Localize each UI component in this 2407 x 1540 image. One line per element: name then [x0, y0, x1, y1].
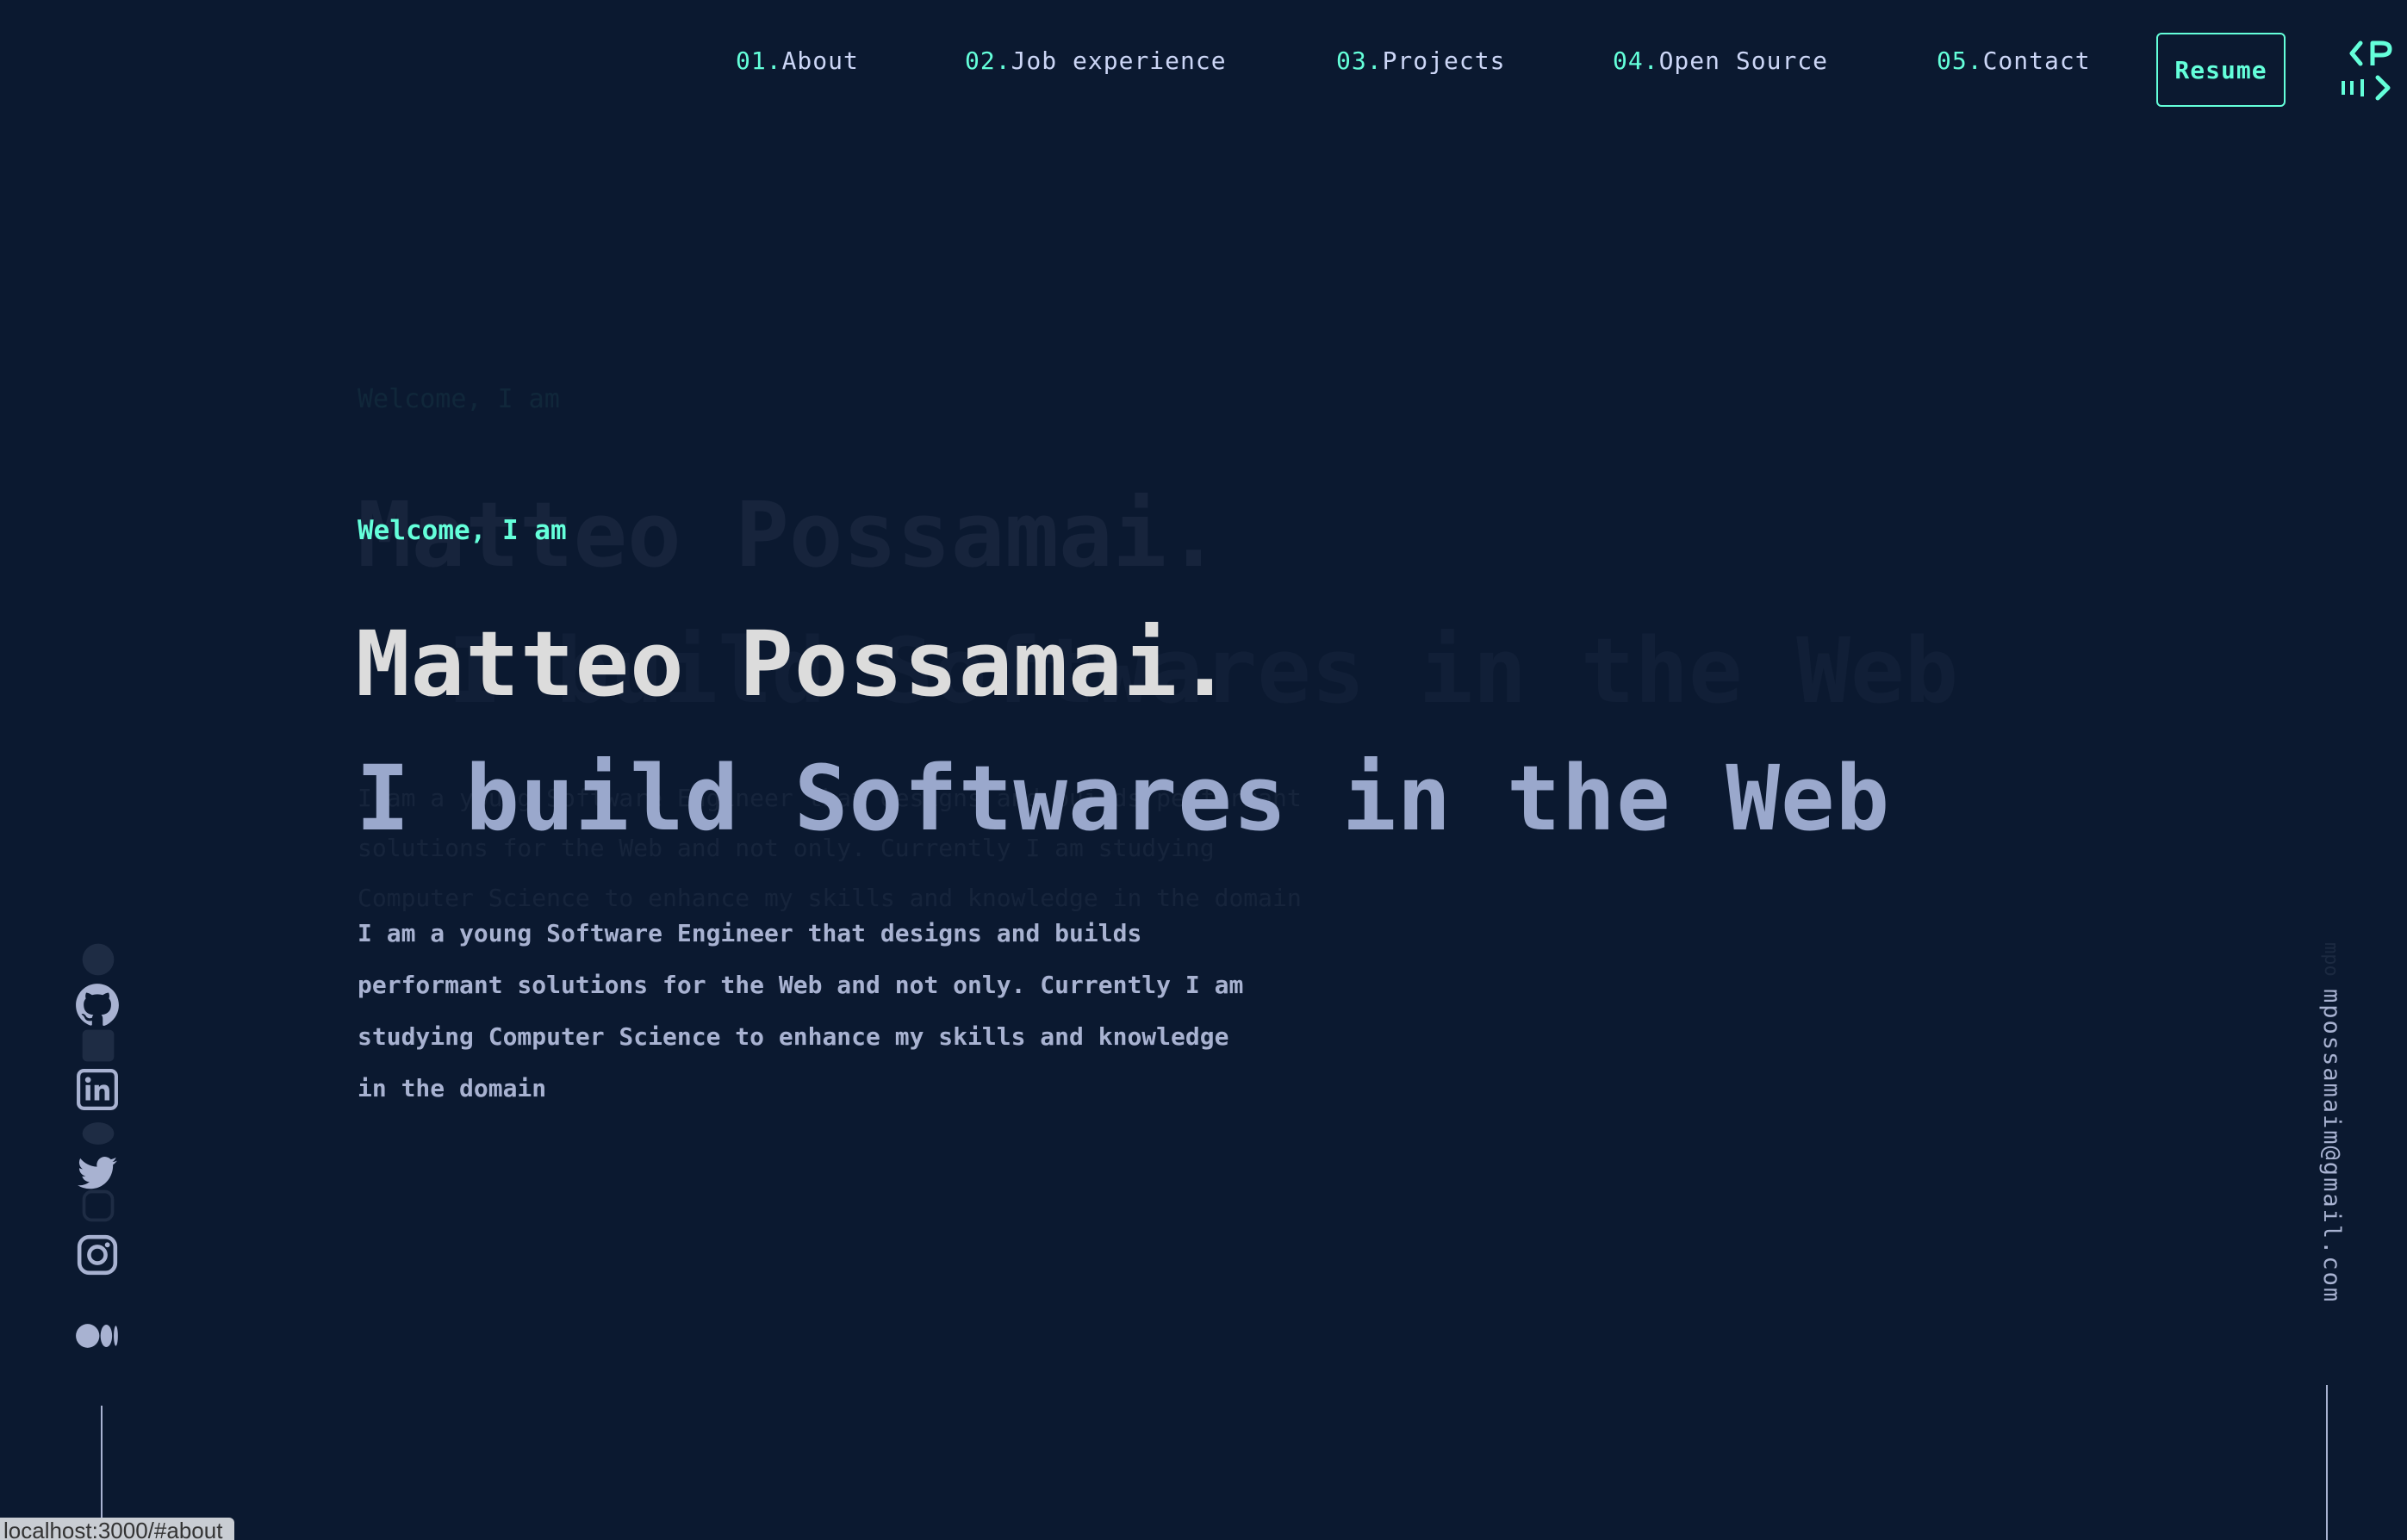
- linkedin-icon-ghost: [79, 1027, 117, 1065]
- nav-item-label: Contact: [1982, 47, 2091, 75]
- email-divider-line: [2326, 1385, 2328, 1540]
- nav-item-label: Open Source: [1658, 47, 1829, 75]
- nav-item-number: 04.: [1613, 47, 1659, 75]
- instagram-icon[interactable]: [74, 1232, 121, 1278]
- portfolio-page: 01.About 02.Job experience 03.Projects 0…: [0, 0, 2407, 1540]
- top-navigation: 01.About 02.Job experience 03.Projects 0…: [0, 0, 2407, 138]
- nav-item-contact[interactable]: 05.Contact: [1937, 47, 2091, 75]
- nav-item-open-source[interactable]: 04.Open Source: [1613, 47, 1828, 75]
- nav-item-label: About: [781, 47, 859, 75]
- hero-subtitle: I build Softwares in the Web: [356, 746, 1891, 851]
- nav-item-number: 05.: [1937, 47, 1983, 75]
- twitter-icon[interactable]: [74, 1151, 121, 1197]
- code-bracket-logo-icon[interactable]: [2342, 36, 2407, 105]
- hero-welcome: Welcome, I am: [358, 515, 567, 546]
- nav-item-number: 03.: [1336, 47, 1383, 75]
- nav-item-number: 01.: [736, 47, 782, 75]
- twitter-icon-ghost: [79, 1115, 117, 1152]
- hero-welcome-ghost: Welcome, I am: [358, 384, 560, 414]
- hero-name: Matteo Possamai.: [356, 612, 1233, 717]
- nav-item-label: Projects: [1382, 47, 1506, 75]
- nav-item-projects[interactable]: 03.Projects: [1336, 47, 1505, 75]
- nav-item-about[interactable]: 01.About: [736, 47, 859, 75]
- status-bar-url: localhost:3000/#about: [0, 1518, 235, 1540]
- medium-icon[interactable]: [74, 1313, 121, 1359]
- linkedin-icon[interactable]: [74, 1066, 121, 1113]
- github-icon[interactable]: [74, 982, 121, 1028]
- email-ghost: mpossamaim@gmail.com: [2316, 942, 2342, 977]
- hero-description: I am a young Software Engineer that desi…: [358, 919, 1244, 1102]
- nav-item-number: 02.: [965, 47, 1011, 75]
- resume-button[interactable]: Resume: [2156, 33, 2286, 107]
- nav-item-label: Job experience: [1011, 47, 1227, 75]
- email-link[interactable]: mpossamaim@gmail.com: [2307, 989, 2345, 1325]
- nav-item-job-experience[interactable]: 02.Job experience: [965, 47, 1227, 75]
- github-icon-ghost: [79, 941, 117, 978]
